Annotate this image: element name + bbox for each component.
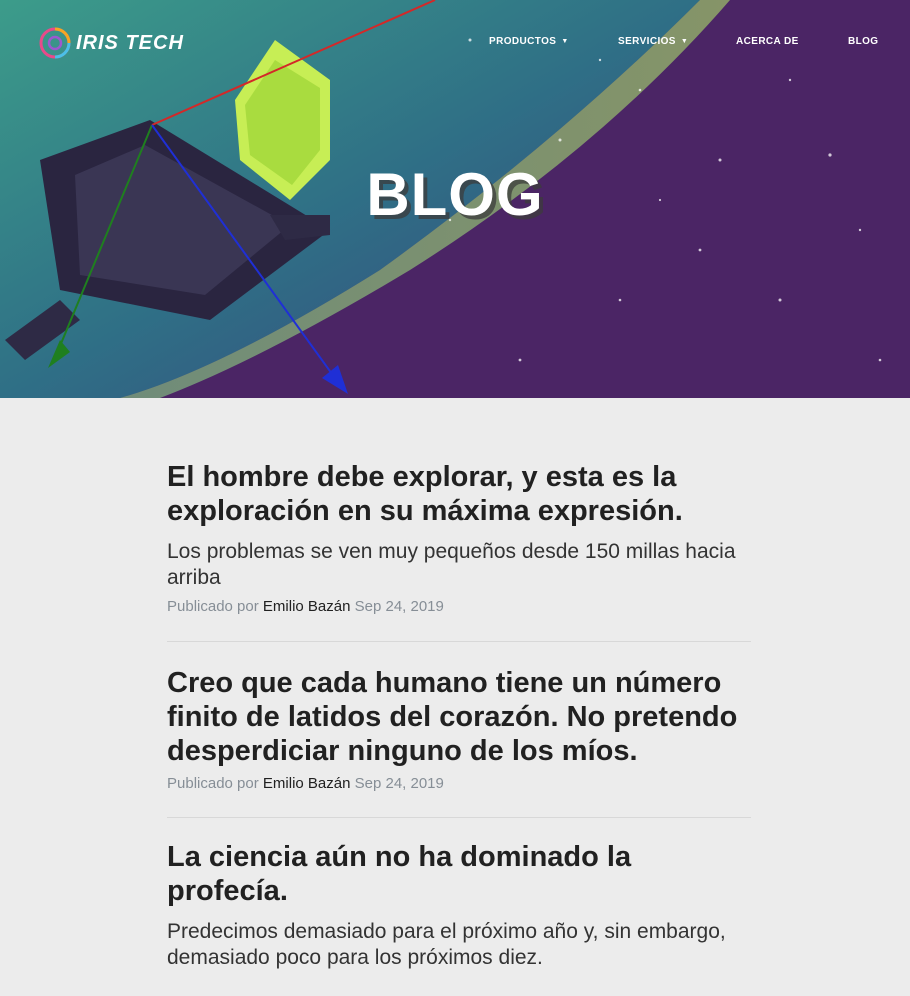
post-preview: Creo que cada humano tiene un número fin… [167, 642, 751, 818]
nav-item-label: SERVICIOS [618, 36, 676, 47]
post-link[interactable]: Creo que cada humano tiene un número fin… [167, 666, 751, 768]
hero-header: IRIS TECH PRODUCTOS ▼ SERVICIOS ▼ ACERCA… [0, 0, 910, 398]
post-subtitle: Predecimos demasiado para el próximo año… [167, 920, 726, 969]
post-preview: El hombre debe explorar, y esta es la ex… [167, 398, 751, 642]
main-navbar: IRIS TECH PRODUCTOS ▼ SERVICIOS ▼ ACERCA… [0, 0, 910, 84]
meta-prefix: Publicado por [167, 775, 259, 792]
post-subtitle: Los problemas se ven muy pequeños desde … [167, 540, 736, 589]
post-list: El hombre debe explorar, y esta es la ex… [167, 398, 751, 971]
author-link[interactable]: Emilio Bazán [263, 775, 351, 792]
post-date: Sep 24, 2019 [354, 598, 444, 615]
brand-link[interactable]: IRIS TECH [38, 26, 184, 60]
post-meta: Publicado por Emilio Bazán Sep 24, 2019 [167, 775, 751, 792]
post-link[interactable]: El hombre debe explorar, y esta es la ex… [167, 460, 751, 591]
meta-prefix: Publicado por [167, 598, 259, 615]
post-preview: La ciencia aún no ha dominado la profecí… [167, 818, 751, 971]
nav-item-servicios[interactable]: SERVICIOS ▼ [618, 36, 688, 47]
nav-item-productos[interactable]: PRODUCTOS ▼ [489, 36, 569, 47]
post-title: La ciencia aún no ha dominado la profecí… [167, 841, 632, 907]
post-title: El hombre debe explorar, y esta es la ex… [167, 461, 683, 527]
nav-item-label: PRODUCTOS [489, 36, 557, 47]
caret-down-icon: ▼ [561, 38, 569, 45]
post-date: Sep 24, 2019 [354, 775, 444, 792]
author-link[interactable]: Emilio Bazán [263, 598, 351, 615]
post-meta: Publicado por Emilio Bazán Sep 24, 2019 [167, 598, 751, 615]
post-link[interactable]: La ciencia aún no ha dominado la profecí… [167, 840, 751, 971]
nav-item-blog[interactable]: BLOG [848, 36, 879, 47]
post-title: Creo que cada humano tiene un número fin… [167, 667, 738, 767]
nav-item-acerca-de[interactable]: ACERCA DE [736, 36, 799, 47]
page-title: BLOG [366, 161, 544, 228]
caret-down-icon: ▼ [680, 38, 689, 45]
nav-item-label: BLOG [848, 36, 879, 47]
iris-logo-icon [39, 27, 71, 59]
nav-item-label: ACERCA DE [736, 36, 799, 47]
brand-name: IRIS TECH [76, 31, 184, 54]
